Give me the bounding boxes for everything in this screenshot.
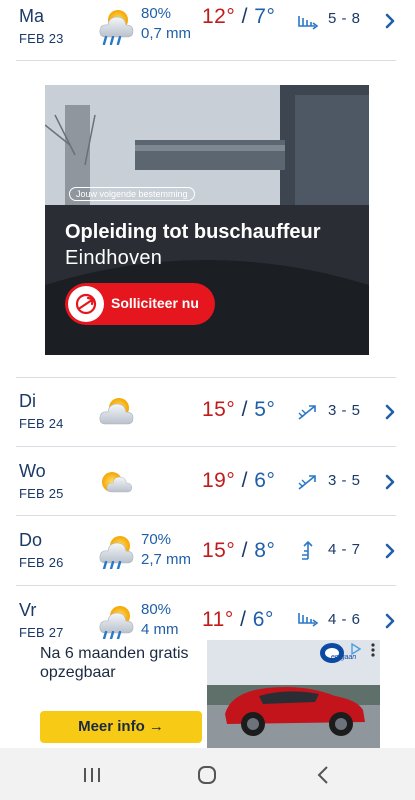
min-temp: 6 [252, 608, 265, 631]
min-temp-unit: ° [266, 5, 276, 28]
precip-amount: 0,7 mm [141, 25, 192, 42]
temperature-range: 15° / 5° [202, 398, 275, 422]
wind-speed: 4 - 7 [328, 541, 361, 558]
recent-apps-icon[interactable] [82, 766, 102, 784]
chevron-right-icon[interactable] [384, 542, 396, 560]
day-label: Wo [19, 461, 46, 481]
divider [16, 60, 396, 61]
cloud-sun-icon [99, 398, 134, 425]
min-temp-unit: ° [266, 469, 276, 492]
temperature-range: 11° / 6° [202, 608, 274, 632]
ad-text: Na 6 maanden gratis opzegbaar [40, 645, 189, 681]
precip-amount: 2,7 mm [141, 551, 192, 568]
ad-menu-icon[interactable] [370, 642, 376, 658]
precipitation: 80% 0,7 mm [141, 4, 191, 44]
day-label: Ma [19, 6, 45, 26]
precip-chance: 70% [141, 531, 172, 548]
precip-amount: 4 mm [141, 621, 179, 638]
ad-tag: Jouw volgende bestemming [69, 187, 195, 201]
max-temp: 12 [202, 5, 227, 28]
min-temp-unit: ° [266, 398, 276, 421]
wind-speed: 3 - 5 [328, 472, 361, 489]
temp-separator: / [241, 398, 248, 421]
ad-location: Eindhoven [65, 247, 163, 269]
divider [16, 377, 396, 378]
divider [16, 585, 396, 586]
max-temp-unit: ° [226, 539, 236, 562]
chevron-right-icon[interactable] [384, 403, 396, 421]
max-temp: 11 [202, 608, 225, 631]
home-icon[interactable] [197, 765, 217, 785]
brand-slogan: ..en gaan [327, 654, 357, 661]
job-ad-banner[interactable]: Jouw volgende bestemming Opleiding tot b… [45, 85, 369, 355]
ad-headline: Opleiding tot buschauffeur [65, 221, 321, 243]
date-label: FEB 23 [19, 31, 64, 46]
max-temp: 19 [202, 469, 227, 492]
wind-direction-ne-icon [296, 471, 320, 493]
temp-separator: / [241, 5, 248, 28]
more-info-label: Meer info → [78, 718, 164, 735]
divider [16, 515, 396, 516]
wind-icon [296, 609, 320, 631]
max-temp-unit: ° [226, 5, 236, 28]
max-temp: 15 [202, 539, 227, 562]
precip-chance: 80% [141, 601, 172, 618]
forecast-row-ma[interactable]: Ma FEB 23 80% 0,7 mm 12° / 7° 5 - 8 [0, 0, 415, 60]
max-temp: 15 [202, 398, 227, 421]
wind-direction-n-icon [296, 539, 320, 561]
back-icon[interactable] [316, 765, 330, 785]
temperature-range: 15° / 8° [202, 539, 275, 563]
car-ad-image[interactable]: ..en gaan [207, 640, 380, 748]
divider [16, 446, 396, 447]
day-label: Do [19, 530, 43, 550]
system-navigation-bar [0, 748, 415, 800]
ad-choices-icon[interactable] [351, 643, 361, 655]
max-temp-unit: ° [226, 469, 236, 492]
forecast-row-di[interactable]: Di FEB 24 15° / 5° 3 - 5 [0, 385, 415, 445]
more-info-button[interactable]: Meer info → [40, 711, 202, 743]
temp-separator: / [240, 608, 247, 631]
wind-speed: 4 - 6 [328, 611, 361, 628]
apply-button-logo [68, 286, 104, 322]
wind-direction-ne-icon [296, 401, 320, 423]
temp-separator: / [241, 539, 248, 562]
date-label: FEB 27 [19, 625, 64, 640]
cloud-sun-rain-icon [99, 10, 134, 45]
min-temp: 5 [254, 398, 267, 421]
precipitation: 80% 4 mm [141, 600, 179, 640]
temperature-range: 19° / 6° [202, 469, 275, 493]
day-label: Vr [19, 600, 37, 620]
date-label: FEB 25 [19, 486, 64, 501]
forecast-row-do[interactable]: Do FEB 26 70% 2,7 mm 15° / 8° 4 - 7 [0, 524, 415, 584]
cloud-sun-rain-icon [99, 536, 134, 569]
precip-chance: 80% [141, 5, 172, 22]
min-temp-unit: ° [264, 608, 274, 631]
apply-button[interactable]: Solliciteer nu [65, 283, 215, 325]
wind-speed: 3 - 5 [328, 402, 361, 419]
day-label: Di [19, 391, 36, 411]
chevron-right-icon[interactable] [384, 12, 396, 30]
max-temp-unit: ° [226, 398, 236, 421]
apply-button-label: Solliciteer nu [111, 295, 199, 311]
forecast-row-wo[interactable]: Wo FEB 25 19° / 6° 3 - 5 [0, 455, 415, 515]
runner-logo-icon [75, 293, 97, 315]
sun-cloud-icon [102, 472, 132, 493]
min-temp: 6 [254, 469, 267, 492]
date-label: FEB 26 [19, 555, 64, 570]
precipitation: 70% 2,7 mm [141, 530, 191, 570]
bottom-ad-banner[interactable]: Na 6 maanden gratis opzegbaar Meer info … [0, 640, 415, 748]
date-label: FEB 24 [19, 416, 64, 431]
wind-icon [296, 12, 320, 34]
chevron-right-icon[interactable] [384, 612, 396, 630]
min-temp: 7 [254, 5, 267, 28]
max-temp-unit: ° [224, 608, 234, 631]
min-temp: 8 [254, 539, 267, 562]
temp-separator: / [241, 469, 248, 492]
cloud-sun-rain-icon [99, 606, 134, 639]
wind-speed: 5 - 8 [328, 10, 361, 27]
chevron-right-icon[interactable] [384, 473, 396, 491]
temperature-range: 12° / 7° [202, 5, 275, 29]
min-temp-unit: ° [266, 539, 276, 562]
